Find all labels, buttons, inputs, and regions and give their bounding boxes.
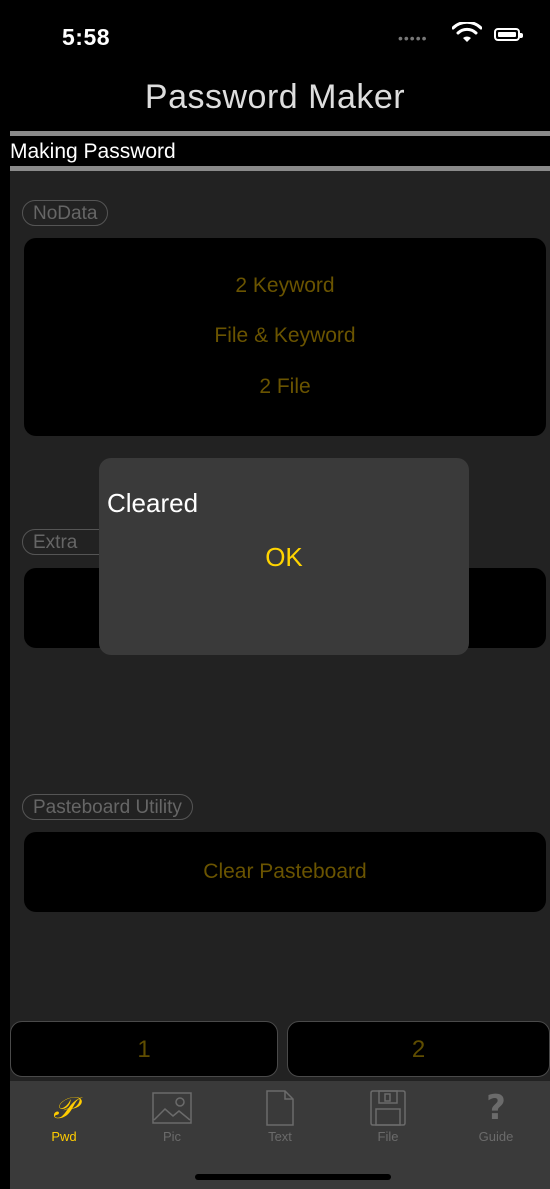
cellular-signal-icon: ••••• [398,30,428,46]
status-bar: 5:58 ••••• [0,0,550,72]
tab-bar: 𝒫 Pwd Pic Text File ? Guide [10,1081,550,1189]
navigation-bar: Password Maker [0,72,550,130]
keyword-panel: 2 Keyword File & Keyword 2 File [24,238,546,436]
tab-guide[interactable]: ? Guide [442,1081,550,1151]
tab-text-label: Text [268,1129,292,1144]
segment-2-button[interactable]: 2 [287,1021,550,1077]
ok-button[interactable]: OK [99,542,469,573]
script-p-icon: 𝒫 [53,1090,75,1126]
divider-top [10,131,550,136]
clear-pasteboard-button[interactable]: Clear Pasteboard [24,860,546,884]
two-keyword-button[interactable]: 2 Keyword [24,274,546,298]
page-title: Password Maker [144,78,406,116]
tab-pic-label: Pic [162,1129,182,1144]
two-file-button[interactable]: 2 File [24,375,546,399]
file-and-keyword-button[interactable]: File & Keyword [24,324,546,348]
segment-1-button[interactable]: 1 [10,1021,278,1077]
app-screen: 5:58 ••••• Password Maker Making Passwor… [0,0,550,1189]
tab-pic[interactable]: Pic [118,1081,226,1151]
section-header: Making Password [10,137,550,165]
home-indicator [195,1174,391,1180]
tab-text[interactable]: Text [226,1081,334,1151]
alert-message: Cleared [107,488,199,518]
floppy-disk-icon [334,1090,442,1126]
pasteboard-utility-badge: Pasteboard Utility [22,794,193,820]
battery-icon [494,28,523,41]
nodata-badge: NoData [22,200,109,226]
tab-file-label: File [377,1129,399,1144]
document-icon [226,1090,334,1126]
pasteboard-panel: Clear Pasteboard [24,832,546,912]
tab-guide-label: Guide [478,1129,514,1144]
status-time: 5:58 [62,24,111,50]
alert-dialog: Cleared OK [99,458,469,655]
tab-pwd-label: Pwd [51,1129,77,1144]
question-icon: ? [486,1088,506,1128]
picture-icon [118,1091,226,1125]
tab-pwd[interactable]: 𝒫 Pwd [10,1081,118,1151]
wifi-icon [452,22,482,42]
tab-file[interactable]: File [334,1081,442,1151]
